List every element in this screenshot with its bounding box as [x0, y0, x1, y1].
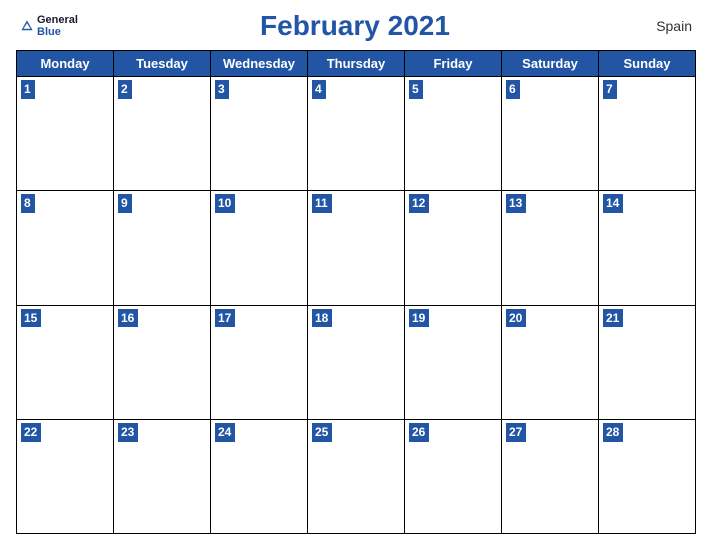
day-cell-22: 22 — [17, 420, 114, 534]
day-number-27: 27 — [506, 423, 526, 442]
day-number-7: 7 — [603, 80, 617, 99]
day-number-19: 19 — [409, 309, 429, 328]
calendar-grid: MondayTuesdayWednesdayThursdayFridaySatu… — [16, 50, 696, 534]
day-number-8: 8 — [21, 194, 35, 213]
day-cell-16: 16 — [114, 306, 211, 420]
day-cell-12: 12 — [405, 191, 502, 305]
day-cell-6: 6 — [502, 77, 599, 191]
day-cell-10: 10 — [211, 191, 308, 305]
day-number-15: 15 — [21, 309, 41, 328]
day-cell-15: 15 — [17, 306, 114, 420]
day-header-friday: Friday — [405, 51, 502, 77]
day-number-1: 1 — [21, 80, 35, 99]
day-cell-14: 14 — [599, 191, 696, 305]
day-cell-18: 18 — [308, 306, 405, 420]
day-header-monday: Monday — [17, 51, 114, 77]
day-number-25: 25 — [312, 423, 332, 442]
week-row-4: 22 23 24 25 26 27 28 — [17, 420, 696, 534]
day-number-21: 21 — [603, 309, 623, 328]
day-header-wednesday: Wednesday — [211, 51, 308, 77]
day-number-24: 24 — [215, 423, 235, 442]
day-number-18: 18 — [312, 309, 332, 328]
day-cell-9: 9 — [114, 191, 211, 305]
week-row-3: 15 16 17 18 19 20 21 — [17, 306, 696, 420]
day-cell-25: 25 — [308, 420, 405, 534]
day-number-9: 9 — [118, 194, 132, 213]
day-number-17: 17 — [215, 309, 235, 328]
day-headers: MondayTuesdayWednesdayThursdayFridaySatu… — [17, 51, 696, 77]
day-cell-13: 13 — [502, 191, 599, 305]
generalblue-icon — [20, 19, 34, 33]
day-cell-1: 1 — [17, 77, 114, 191]
logo: General Blue — [20, 14, 78, 38]
day-cell-28: 28 — [599, 420, 696, 534]
day-number-4: 4 — [312, 80, 326, 99]
day-number-5: 5 — [409, 80, 423, 99]
day-number-3: 3 — [215, 80, 229, 99]
logo-blue-text: Blue — [37, 26, 78, 38]
day-number-6: 6 — [506, 80, 520, 99]
day-number-16: 16 — [118, 309, 138, 328]
logo-general-text: General — [37, 14, 78, 26]
day-number-12: 12 — [409, 194, 429, 213]
day-cell-23: 23 — [114, 420, 211, 534]
day-number-13: 13 — [506, 194, 526, 213]
day-cell-4: 4 — [308, 77, 405, 191]
calendar-title: February 2021 — [78, 10, 632, 42]
day-cell-19: 19 — [405, 306, 502, 420]
day-number-14: 14 — [603, 194, 623, 213]
day-cell-8: 8 — [17, 191, 114, 305]
calendar: General Blue February 2021 Spain MondayT… — [0, 0, 712, 550]
day-cell-11: 11 — [308, 191, 405, 305]
calendar-weeks: 1234567891011121314151617181920212223242… — [17, 77, 696, 534]
day-cell-2: 2 — [114, 77, 211, 191]
day-cell-5: 5 — [405, 77, 502, 191]
day-header-saturday: Saturday — [502, 51, 599, 77]
calendar-header: General Blue February 2021 Spain — [16, 10, 696, 42]
day-cell-21: 21 — [599, 306, 696, 420]
day-header-tuesday: Tuesday — [114, 51, 211, 77]
day-number-26: 26 — [409, 423, 429, 442]
week-row-2: 8 9 10 11 12 13 14 — [17, 191, 696, 305]
day-cell-24: 24 — [211, 420, 308, 534]
day-cell-20: 20 — [502, 306, 599, 420]
day-number-11: 11 — [312, 194, 332, 213]
day-number-23: 23 — [118, 423, 138, 442]
day-cell-27: 27 — [502, 420, 599, 534]
day-number-28: 28 — [603, 423, 623, 442]
day-number-10: 10 — [215, 194, 235, 213]
day-cell-26: 26 — [405, 420, 502, 534]
day-cell-7: 7 — [599, 77, 696, 191]
country-label: Spain — [632, 18, 692, 34]
day-cell-3: 3 — [211, 77, 308, 191]
day-number-20: 20 — [506, 309, 526, 328]
day-cell-17: 17 — [211, 306, 308, 420]
day-number-22: 22 — [21, 423, 41, 442]
week-row-1: 1 2 3 4 5 6 7 — [17, 77, 696, 191]
day-header-thursday: Thursday — [308, 51, 405, 77]
day-header-sunday: Sunday — [599, 51, 696, 77]
day-number-2: 2 — [118, 80, 132, 99]
